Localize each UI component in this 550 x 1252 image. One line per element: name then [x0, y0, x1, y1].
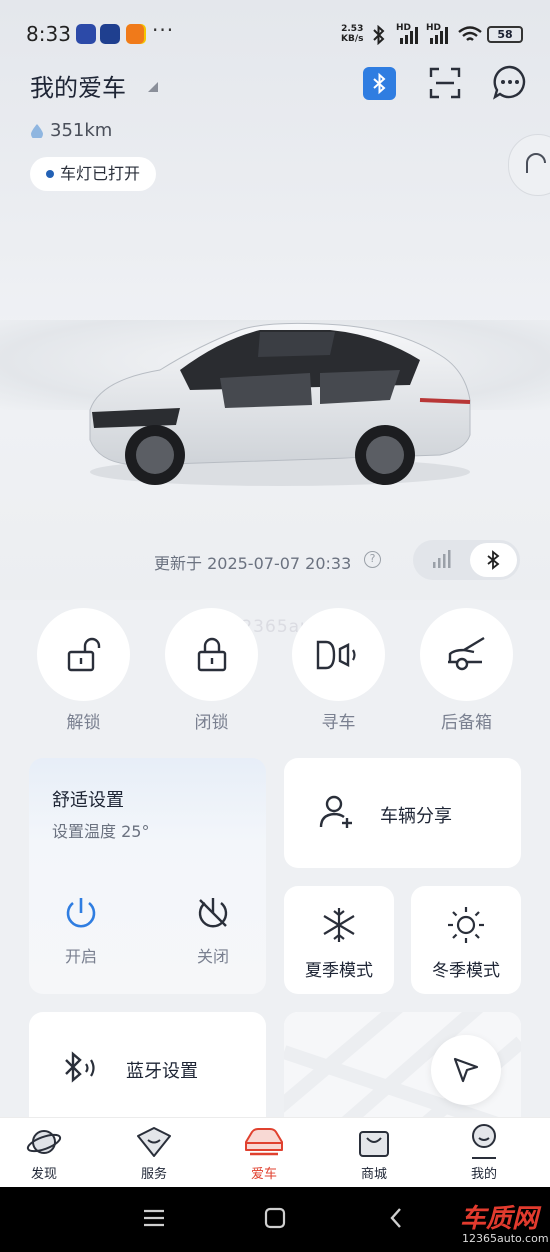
unlock-label: 解锁	[66, 713, 101, 733]
bluetooth-status-icon	[373, 25, 385, 45]
net-speed: 2.53 KB/s	[341, 24, 364, 44]
winter-mode-label: 冬季模式	[432, 961, 500, 981]
navigate-button[interactable]	[431, 1035, 501, 1105]
app-notification-icon	[100, 24, 120, 44]
car-icon	[245, 1128, 283, 1156]
fuel-drop-icon	[31, 124, 43, 138]
wifi-icon	[458, 26, 482, 41]
comfort-off-label[interactable]: 关闭	[183, 943, 243, 967]
tab-service[interactable]: 服务	[114, 1118, 194, 1186]
tab-my-car[interactable]: 爱车	[224, 1118, 304, 1186]
signal-icon	[400, 27, 418, 44]
scan-icon[interactable]	[428, 66, 462, 100]
lock-button[interactable]	[165, 608, 258, 701]
status-time: 8:33	[26, 22, 71, 46]
tab-mall[interactable]: 商城	[334, 1118, 414, 1186]
summer-mode-label: 夏季模式	[305, 961, 373, 981]
car-image	[89, 322, 471, 486]
battery-indicator: 58	[487, 26, 523, 43]
find-car-button[interactable]	[292, 608, 385, 701]
status-dot	[46, 170, 54, 178]
trunk-label: 后备箱	[441, 713, 492, 733]
profile-icon	[472, 1124, 496, 1159]
bluetooth-mode-option[interactable]	[470, 543, 517, 577]
update-time: 更新于 2025-07-07 20:33	[154, 554, 352, 573]
comfort-temperature: 设置温度 25°	[52, 822, 150, 841]
message-icon[interactable]	[492, 64, 528, 100]
unlock-button[interactable]	[37, 608, 130, 701]
site-logo-title: 车质网	[460, 1204, 539, 1234]
signal-icon	[430, 27, 448, 44]
comfort-title: 舒适设置	[52, 790, 124, 811]
tab-mall-label: 商城	[360, 1167, 387, 1182]
horn-light-icon	[316, 640, 356, 670]
comfort-on-label[interactable]: 开启	[51, 943, 111, 967]
bluetooth-icon	[373, 72, 386, 95]
status-bar: 8:33 ··· 2.53 KB/s HD HD 58	[0, 0, 550, 70]
find-car-label: 寻车	[321, 713, 356, 733]
tab-profile[interactable]: 我的	[444, 1118, 524, 1186]
power-off-icon[interactable]	[194, 894, 232, 932]
caret-down-icon[interactable]	[146, 80, 160, 94]
bluetooth-icon	[487, 550, 500, 570]
unlock-icon	[67, 637, 101, 672]
service-icon	[137, 1127, 171, 1157]
app-notification-icon	[126, 24, 144, 44]
snowflake-icon	[323, 908, 355, 942]
sun-icon	[448, 907, 484, 943]
network-signal-icon[interactable]	[430, 550, 452, 570]
tab-profile-label: 我的	[470, 1167, 497, 1182]
vehicle-share-label: 车辆分享	[380, 806, 452, 827]
tab-service-label: 服务	[140, 1167, 167, 1182]
site-logo: 车质网 12365auto.com	[458, 1198, 550, 1248]
lock-label: 闭锁	[194, 713, 229, 733]
app-notification-icon	[76, 24, 96, 44]
site-logo-url: 12365auto.com	[462, 1232, 549, 1245]
menu-icon[interactable]	[143, 1208, 165, 1228]
range-value: 351km	[50, 120, 113, 141]
add-user-icon	[319, 795, 352, 828]
status-chip-label: 车灯已打开	[60, 164, 141, 183]
tab-discover[interactable]: 发现	[4, 1118, 84, 1186]
bluetooth-button[interactable]	[363, 67, 396, 100]
trunk-button[interactable]	[420, 608, 513, 701]
bluetooth-settings-label: 蓝牙设置	[126, 1061, 198, 1082]
lock-icon	[197, 637, 227, 672]
help-icon[interactable]: ?	[364, 551, 381, 568]
back-icon[interactable]	[388, 1206, 404, 1230]
page-title[interactable]: 我的爱车	[30, 68, 126, 103]
home-icon[interactable]	[264, 1207, 286, 1229]
bluetooth-signal-icon	[65, 1051, 95, 1083]
tab-my-car-label: 爱车	[250, 1167, 277, 1182]
planet-icon	[26, 1130, 62, 1154]
navigation-arrow-icon	[453, 1057, 479, 1083]
trunk-icon	[448, 636, 485, 671]
shopping-bag-icon	[359, 1131, 389, 1157]
power-on-icon[interactable]	[62, 894, 100, 932]
tab-discover-label: 发现	[30, 1167, 57, 1182]
headset-icon	[526, 153, 546, 173]
more-notifications-icon: ···	[152, 18, 175, 42]
